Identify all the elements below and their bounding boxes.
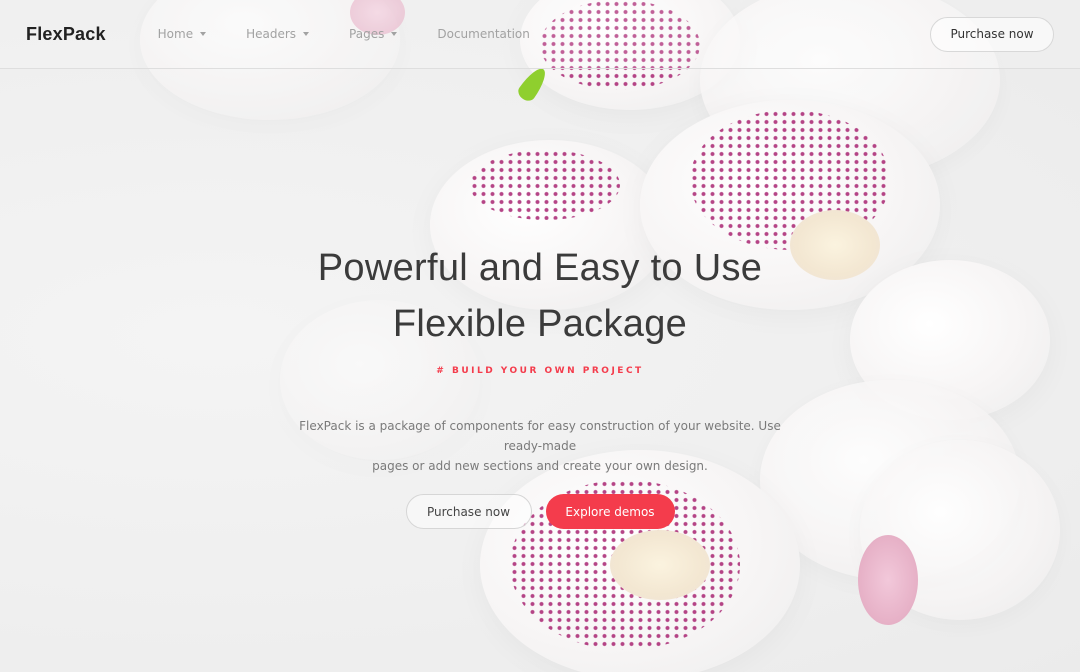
nav-item-headers[interactable]: Headers [246, 27, 310, 41]
nav-item-pages[interactable]: Pages [349, 27, 398, 41]
hero-tagline: # BUILD YOUR OWN PROJECT [436, 366, 644, 376]
nav-item-label: Documentation [437, 27, 530, 41]
hero-description-line2: pages or add new sections and create you… [372, 459, 708, 473]
hero-title-line1: Powerful and Easy to Use [317, 247, 763, 289]
orchid-center [610, 530, 710, 600]
hero-title-line2: Flexible Package [392, 303, 688, 345]
caret-down-icon [303, 32, 310, 36]
hero-description: FlexPack is a package of components for … [280, 416, 800, 476]
nav-item-home[interactable]: Home [157, 27, 207, 41]
orchid-bud [858, 535, 918, 625]
hero-title: Powerful and Easy to Use Flexible Packag… [0, 240, 1080, 352]
caret-down-icon [391, 32, 398, 36]
hero-actions: Purchase now Explore demos [0, 494, 1080, 529]
nav-item-label: Headers [246, 27, 297, 41]
orchid-spots [470, 150, 620, 220]
nav-item-documentation[interactable]: Documentation [437, 27, 530, 41]
purchase-now-button[interactable]: Purchase now [405, 494, 532, 529]
navbar: FlexPack Home Headers Pages Documentatio… [0, 0, 1080, 69]
hero-description-line1: FlexPack is a package of components for … [299, 419, 781, 453]
explore-demos-button[interactable]: Explore demos [545, 494, 675, 529]
nav-item-label: Home [157, 27, 194, 41]
hero-section: Powerful and Easy to Use Flexible Packag… [0, 240, 1080, 529]
nav-item-label: Pages [349, 27, 385, 41]
brand-logo[interactable]: FlexPack [26, 24, 106, 45]
header-purchase-button[interactable]: Purchase now [930, 16, 1054, 52]
main-nav: Home Headers Pages Documentation [158, 27, 570, 41]
caret-down-icon [200, 32, 207, 36]
